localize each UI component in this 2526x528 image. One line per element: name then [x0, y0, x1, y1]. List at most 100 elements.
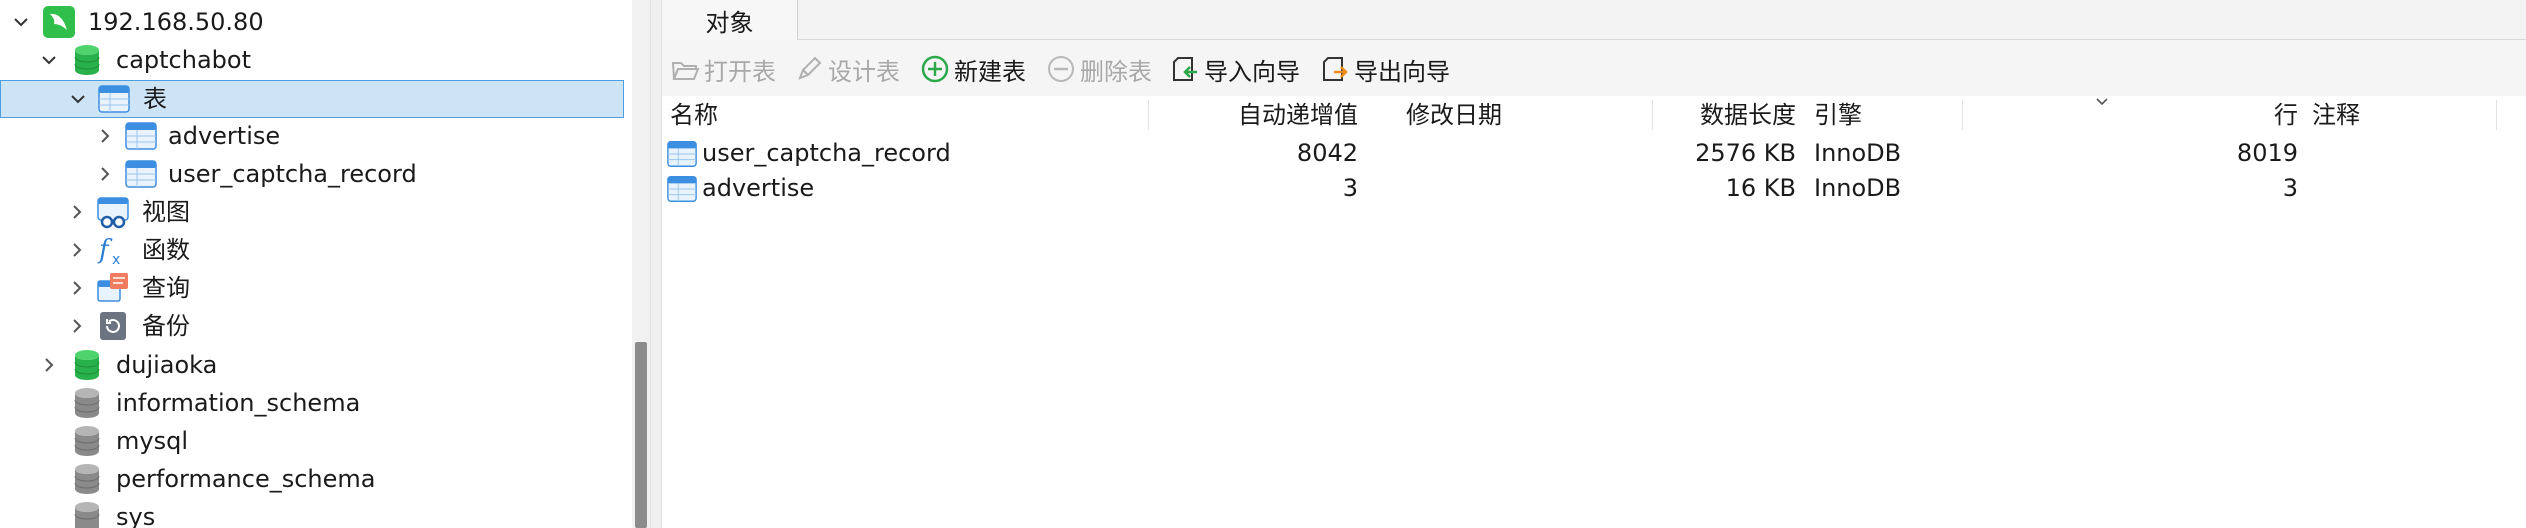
table-group-icon: [97, 82, 131, 116]
query-icon: [96, 271, 130, 305]
column-divider[interactable]: [1148, 100, 1149, 130]
tree-item-performance-schema[interactable]: performance_schema: [0, 460, 624, 498]
table-icon: [124, 157, 158, 191]
tab-bar: 对象: [662, 0, 2526, 40]
cell-engine: InnoDB: [1814, 139, 1902, 167]
column-header-rows[interactable]: 行: [1964, 96, 2298, 134]
chevron-right-icon[interactable]: [94, 125, 116, 147]
database-closed-icon: [70, 424, 104, 458]
tree-item-table-advertise[interactable]: advertise: [0, 117, 624, 155]
open-table-label: 打开表: [704, 57, 776, 86]
tree-item-captchabot[interactable]: captchabot: [0, 41, 624, 79]
export-icon: [1323, 57, 1348, 81]
mysql-connection-icon: [42, 5, 76, 39]
add-circle-icon: [921, 55, 949, 83]
pane-splitter[interactable]: [650, 0, 662, 528]
column-header-auto-increment[interactable]: 自动递增值: [1150, 96, 1358, 134]
tree-item-table-user-captcha-record[interactable]: user_captcha_record: [0, 155, 624, 193]
database-label: mysql: [116, 427, 188, 455]
new-table-label: 新建表: [954, 57, 1026, 86]
new-table-button[interactable]: 新建表: [920, 52, 1026, 86]
delete-table-label: 删除表: [1080, 57, 1152, 86]
chevron-right-icon[interactable]: [66, 277, 88, 299]
column-header-name[interactable]: 名称: [670, 96, 718, 134]
tree-item-sys[interactable]: sys: [0, 498, 624, 528]
queries-group-label: 查询: [142, 274, 190, 302]
svg-text:f: f: [97, 235, 113, 265]
chevron-down-icon[interactable]: [67, 88, 89, 110]
table-icon: [666, 138, 698, 170]
object-pane: 对象 打开表 设计表 新建表 删除表 导入向导 导出向导 名称 自动递增值 修改…: [662, 0, 2526, 528]
database-open-icon: [70, 348, 104, 382]
cell-auto-increment: 8042: [1296, 139, 1358, 167]
cell-rows: 3: [2282, 174, 2298, 202]
tab-objects[interactable]: 对象: [662, 0, 798, 40]
import-wizard-button[interactable]: 导入向导: [1170, 52, 1300, 86]
pencil-icon: [798, 56, 822, 80]
table-row[interactable]: user_captcha_record 8042 2576 KB InnoDB …: [662, 136, 2526, 171]
open-table-button[interactable]: 打开表: [670, 52, 776, 86]
import-wizard-label: 导入向导: [1204, 57, 1300, 86]
cell-data-length: 2576 KB: [1695, 139, 1796, 167]
column-header-modified[interactable]: 修改日期: [1406, 96, 1502, 134]
table-label: advertise: [168, 122, 281, 150]
tree-item-information-schema[interactable]: information_schema: [0, 384, 624, 422]
view-icon: [96, 195, 130, 229]
tree-scrollbar-thumb[interactable]: [635, 342, 647, 528]
database-label: information_schema: [116, 389, 361, 417]
database-label: sys: [116, 503, 156, 528]
table-row[interactable]: advertise 3 16 KB InnoDB 3: [662, 171, 2526, 206]
database-label: captchabot: [116, 46, 251, 74]
cell-name: advertise: [702, 174, 815, 202]
column-divider[interactable]: [2496, 100, 2497, 130]
chevron-right-icon[interactable]: [66, 201, 88, 223]
tree-item-tables[interactable]: 表: [0, 80, 624, 118]
tree-item-connection[interactable]: 192.168.50.80: [0, 3, 624, 41]
database-label: dujiaoka: [116, 351, 218, 379]
chevron-right-icon[interactable]: [94, 163, 116, 185]
table-icon: [666, 173, 698, 205]
backups-group-label: 备份: [142, 312, 190, 340]
column-header-comment[interactable]: 注释: [2312, 96, 2360, 134]
column-divider[interactable]: [1652, 100, 1653, 130]
chevron-right-icon[interactable]: [66, 239, 88, 261]
chevron-down-icon[interactable]: [10, 11, 32, 33]
table-icon: [124, 119, 158, 153]
tree-item-backups[interactable]: 备份: [0, 307, 624, 345]
cell-data-length: 16 KB: [1725, 174, 1796, 202]
column-header-engine[interactable]: 引擎: [1814, 96, 1862, 134]
delete-table-button[interactable]: 删除表: [1046, 52, 1152, 86]
object-toolbar: 打开表 设计表 新建表 删除表 导入向导 导出向导: [662, 40, 2526, 96]
chevron-right-icon[interactable]: [38, 354, 60, 376]
tree-item-dujiaoka[interactable]: dujiaoka: [0, 346, 624, 384]
tree-item-queries[interactable]: 查询: [0, 269, 624, 307]
svg-text:x: x: [112, 252, 120, 267]
chevron-down-icon[interactable]: [38, 49, 60, 71]
views-group-label: 视图: [142, 198, 190, 226]
functions-group-label: 函数: [142, 236, 190, 264]
export-wizard-button[interactable]: 导出向导: [1320, 52, 1450, 86]
tree-item-mysql[interactable]: mysql: [0, 422, 624, 460]
cell-rows: 8019: [2236, 139, 2298, 167]
backup-icon: [96, 309, 130, 343]
column-header-data-length[interactable]: 数据长度: [1654, 96, 1796, 134]
tree-scrollbar[interactable]: [632, 0, 650, 528]
navigation-tree: 192.168.50.80 captchabot 表 advertise use…: [0, 0, 624, 528]
tables-group-label: 表: [143, 85, 167, 113]
chevron-right-icon[interactable]: [66, 315, 88, 337]
remove-circle-icon: [1048, 56, 1074, 82]
tree-item-views[interactable]: 视图: [0, 193, 624, 231]
grid-header: 名称 自动递增值 修改日期 数据长度 引擎 行 注释: [662, 96, 2526, 134]
tree-item-functions[interactable]: fx 函数: [0, 231, 624, 269]
database-closed-icon: [70, 462, 104, 496]
function-icon: fx: [96, 233, 130, 267]
export-wizard-label: 导出向导: [1354, 57, 1450, 86]
column-divider[interactable]: [1962, 100, 1963, 130]
cell-name: user_captcha_record: [702, 139, 951, 167]
design-table-label: 设计表: [828, 57, 900, 86]
database-open-icon: [70, 43, 104, 77]
cell-auto-increment: 3: [1342, 174, 1358, 202]
database-closed-icon: [70, 386, 104, 420]
design-table-button[interactable]: 设计表: [794, 52, 900, 86]
table-label: user_captcha_record: [168, 160, 417, 188]
